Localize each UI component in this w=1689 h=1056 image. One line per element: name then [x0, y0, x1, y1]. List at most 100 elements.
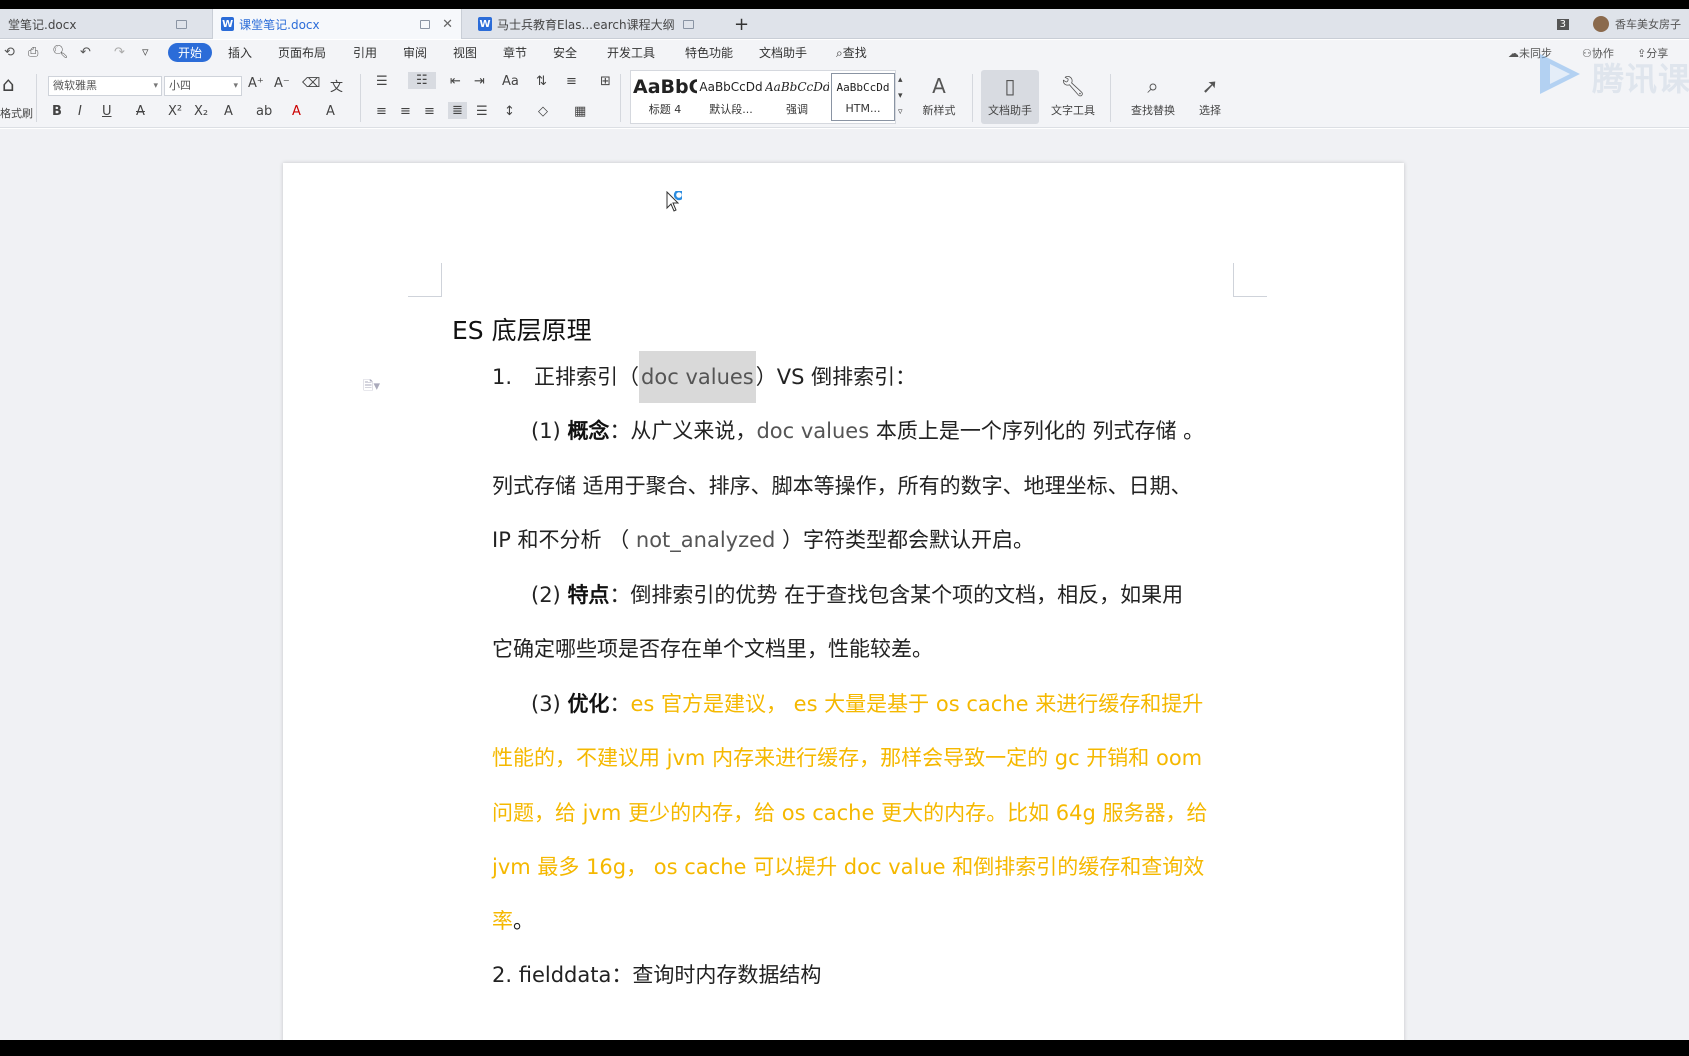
close-icon[interactable]: ✕ — [442, 17, 453, 32]
highlighted-text: 率 — [492, 909, 513, 933]
mouse-pointer-icon — [666, 191, 682, 212]
tab-document-1[interactable]: 堂笔记.docx — [0, 9, 210, 39]
heading-1: 1. 正排索引（doc values）VS 倒排索引： — [492, 351, 916, 403]
redo-icon[interactable]: ↷ — [114, 45, 125, 60]
item-label: 特点 — [567, 583, 610, 607]
document-canvas[interactable]: ES 底层原理 🗎▾ 1. 正排索引（doc values）VS 倒排索引： (1… — [0, 129, 1689, 1043]
doc-assistant-icon: ▯ — [1004, 74, 1016, 98]
paragraph-handle-icon[interactable]: 🗎▾ — [363, 377, 380, 399]
pin-icon[interactable] — [176, 19, 188, 29]
print-preview-icon[interactable]: 🔍︎ — [52, 45, 69, 60]
style-name: 标题 4 — [648, 103, 682, 116]
highlighted-line: jvm 最多 16g， os cache 可以提升 doc value 和倒排索… — [492, 855, 1205, 879]
font-size-select[interactable]: 小四 ▾ — [164, 76, 242, 96]
document-page[interactable]: ES 底层原理 🗎▾ 1. 正排索引（doc values）VS 倒排索引： (1… — [283, 163, 1404, 1043]
window-count-badge[interactable]: 3 — [1556, 18, 1569, 30]
body-text: 。 — [513, 909, 534, 933]
style-heading4[interactable]: AaBbC 标题 4 — [633, 73, 697, 121]
menu-special-features[interactable]: 特色功能 — [685, 44, 733, 61]
increase-indent-icon[interactable]: ⇥ — [474, 74, 485, 89]
tab-bar-right: 3 香车美女房子 — [1556, 9, 1689, 39]
grow-font-icon[interactable]: A⁺ — [248, 76, 264, 91]
search-label: 查找 — [842, 46, 867, 60]
distribute-icon[interactable]: ☰ — [476, 104, 488, 119]
strikethrough-icon[interactable]: A — [136, 104, 145, 119]
item-number: (1) — [531, 419, 561, 443]
chevron-down-icon: ▾ — [233, 81, 238, 91]
menu-doc-assistant[interactable]: 文档助手 — [759, 44, 807, 61]
numbered-list-icon[interactable]: ☷ — [408, 72, 436, 89]
line-spacing-icon[interactable]: ↕ — [504, 104, 515, 119]
user-name[interactable]: 香车美女房子 — [1615, 16, 1681, 32]
doc-assistant-button[interactable]: ▯ 文档助手 — [981, 70, 1039, 124]
font-name-select[interactable]: 微软雅黑 ▾ — [48, 76, 162, 96]
menu-developer[interactable]: 开发工具 — [607, 44, 655, 61]
format-painter-icon[interactable]: ⌂ — [2, 72, 15, 96]
decrease-indent-icon[interactable]: ⇤ — [450, 74, 461, 89]
align-center-icon[interactable]: ≡ — [400, 104, 411, 119]
style-gallery: AaBbC 标题 4 AaBbCcDd 默认段... AaBbCcDd 强调 A… — [630, 70, 896, 124]
superscript-icon[interactable]: X² — [168, 104, 182, 119]
subscript-icon[interactable]: X₂ — [194, 104, 208, 119]
pin-icon[interactable] — [419, 19, 431, 29]
avatar[interactable] — [1593, 16, 1609, 32]
word-doc-icon: W — [478, 17, 492, 31]
undo-icon[interactable]: ↶ — [80, 45, 91, 60]
ribbon-toolbar: ⌂ 格式刷 微软雅黑 ▾ 小四 ▾ A⁺ A⁻ ⌫ 文 B I U A X² X₂ … — [0, 66, 1689, 128]
new-style-button[interactable]: A 新样式 — [914, 70, 964, 124]
divider — [36, 74, 37, 122]
customize-toolbar-icon[interactable]: ▿ — [142, 45, 149, 60]
align-left-icon[interactable]: ≡ — [376, 104, 387, 119]
style-emphasis[interactable]: AaBbCcDd 强调 — [765, 73, 829, 121]
style-default[interactable]: AaBbCcDd 默认段... — [699, 73, 763, 121]
pinyin-icon[interactable]: 文 — [330, 76, 343, 95]
heading-2: 2. fielddata：查询时内存数据结构 — [492, 963, 822, 987]
bold-icon[interactable]: B — [52, 104, 62, 119]
find-replace-button[interactable]: ⌕ 查找替换 — [1124, 70, 1182, 124]
shrink-font-icon[interactable]: A⁻ — [274, 76, 290, 91]
highlight-icon[interactable]: ab — [256, 104, 272, 119]
menu-page-layout[interactable]: 页面布局 — [278, 44, 326, 61]
find-replace-label: 查找替换 — [1131, 104, 1175, 117]
text-tools-button[interactable]: 🔧︎ 文字工具 — [1044, 70, 1102, 124]
shading-icon[interactable]: ◇ — [538, 104, 548, 119]
select-label: 选择 — [1199, 104, 1221, 117]
table-insert-icon[interactable]: ⊞ — [600, 74, 611, 89]
text-tools-label: 文字工具 — [1051, 104, 1095, 117]
tab-document-2[interactable]: W 课堂笔记.docx ✕ — [212, 9, 462, 39]
style-html[interactable]: AaBbCcDd HTM... — [831, 73, 895, 121]
menu-review[interactable]: 审阅 — [403, 44, 427, 61]
menu-references[interactable]: 引用 — [353, 44, 377, 61]
menu-view[interactable]: 视图 — [453, 44, 477, 61]
menu-chapter[interactable]: 章节 — [503, 44, 527, 61]
new-tab-button[interactable]: + — [734, 14, 749, 35]
menu-security[interactable]: 安全 — [553, 44, 577, 61]
font-color-icon[interactable]: A — [292, 104, 301, 119]
menu-search[interactable]: ⌕查找 — [836, 44, 867, 61]
change-case-icon[interactable]: Aa — [502, 74, 519, 89]
tab-document-3[interactable]: W 马士兵教育Elas...earch课程大纲 — [470, 9, 725, 39]
text-effect-icon[interactable]: A — [224, 104, 233, 119]
redo-shape-icon[interactable]: ⟲ — [4, 45, 15, 60]
char-shading-icon[interactable]: A — [326, 104, 335, 119]
border-icon[interactable]: ▦ — [574, 104, 586, 119]
new-style-label: 新样式 — [922, 104, 956, 117]
bullet-list-icon[interactable]: ☰ — [376, 74, 388, 89]
format-painter-label[interactable]: 格式刷 — [0, 105, 33, 121]
clear-format-icon[interactable]: ⌫ — [302, 76, 320, 91]
justify-icon[interactable]: ≣ — [448, 102, 467, 119]
sort-icon[interactable]: ⇅ — [536, 74, 547, 89]
pin-icon[interactable] — [682, 19, 694, 29]
screen-top-border — [0, 0, 1689, 9]
code-term: doc values — [756, 419, 870, 443]
menu-home[interactable]: 开始 — [168, 43, 213, 62]
underline-icon[interactable]: U — [102, 104, 112, 119]
menu-insert[interactable]: 插入 — [228, 44, 252, 61]
gallery-scroll-icon[interactable]: ▴ ▾ ▿ — [898, 72, 903, 120]
italic-icon[interactable]: I — [78, 104, 82, 119]
line-spacing-menu-icon[interactable]: ≡ — [566, 74, 577, 89]
align-right-icon[interactable]: ≡ — [424, 104, 435, 119]
divider — [972, 74, 973, 122]
select-button[interactable]: ➚ 选择 — [1190, 70, 1230, 124]
print-icon[interactable]: ⎙ — [28, 45, 38, 60]
